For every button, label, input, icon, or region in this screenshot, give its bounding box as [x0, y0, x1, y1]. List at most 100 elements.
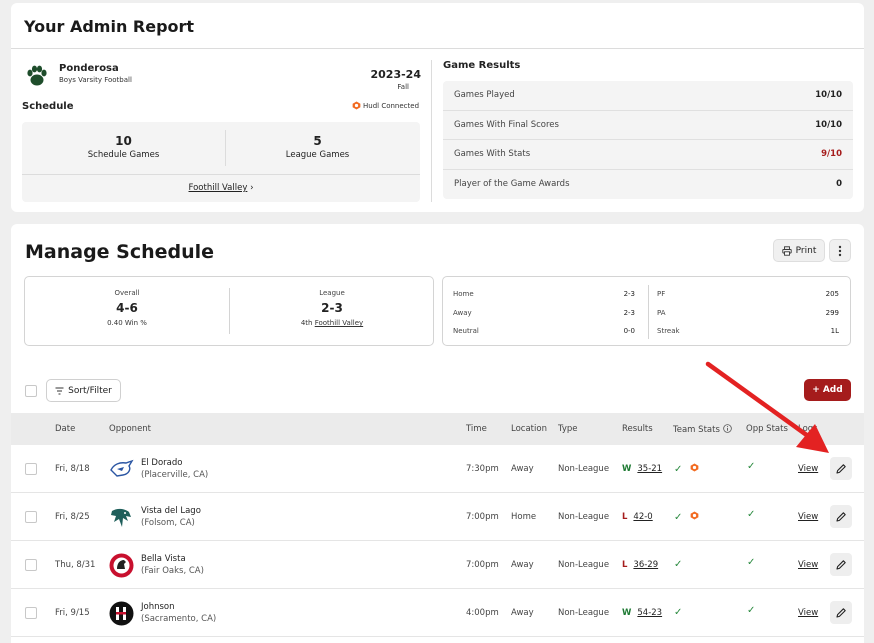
result-label: Games With Stats: [454, 149, 531, 160]
schedule-summary-box: 10 Schedule Games 5 League Games Foothil…: [22, 122, 420, 202]
select-all-checkbox[interactable]: [25, 385, 37, 397]
opponent-name[interactable]: Bella Vista: [141, 554, 186, 564]
league-link[interactable]: Foothill Valley ›: [22, 183, 420, 193]
result-score-link[interactable]: 42-0: [633, 512, 652, 522]
split-value: 299: [825, 308, 839, 317]
check-icon: ✓: [674, 512, 683, 523]
result-wl: L: [622, 560, 628, 570]
view-log-link[interactable]: View: [798, 608, 818, 618]
hudl-icon: [690, 511, 699, 520]
win-pct: 0.40 Win %: [25, 319, 229, 327]
add-game-button[interactable]: + Add: [804, 379, 851, 401]
opponent-name[interactable]: El Dorado: [141, 458, 182, 468]
result-label: Games With Final Scores: [454, 119, 559, 130]
check-icon: ✓: [747, 557, 756, 568]
divider: [431, 60, 432, 202]
col-time[interactable]: Time: [466, 424, 487, 434]
sort-filter-button[interactable]: Sort/Filter: [46, 379, 121, 402]
game-type: Non-League: [558, 608, 610, 618]
schedule-games-stat: 10 Schedule Games: [22, 134, 225, 160]
league-name-link[interactable]: Foothill Valley: [315, 319, 363, 327]
admin-report-card: Your Admin Report Ponderosa Boys Varsity…: [11, 3, 864, 212]
check-icon: ✓: [747, 509, 756, 520]
row-checkbox[interactable]: [25, 559, 37, 571]
split-value: 2-3: [623, 308, 635, 317]
pencil-icon: [836, 511, 846, 522]
schedule-games-label: Schedule Games: [87, 150, 160, 160]
check-icon: ✓: [747, 461, 756, 472]
edit-game-button[interactable]: [830, 505, 852, 528]
record-summary-box: Overall 4-6 0.40 Win % League 2-3 4th Fo…: [24, 276, 434, 346]
vertical-dots-icon: [838, 245, 842, 256]
col-location[interactable]: Location: [511, 424, 547, 434]
divider: [22, 174, 420, 175]
game-result: W 54-23: [622, 608, 662, 618]
overall-record-value: 4-6: [116, 301, 138, 315]
col-opp-stats[interactable]: Opp Stats: [746, 424, 788, 434]
hudl-connected-badge: Hudl Connected: [352, 101, 419, 110]
row-checkbox[interactable]: [25, 607, 37, 619]
print-button[interactable]: Print: [773, 239, 825, 262]
edit-game-button[interactable]: [830, 457, 852, 480]
league-rank: 4th Foothill Valley: [230, 319, 434, 327]
pencil-icon: [836, 607, 846, 618]
col-type[interactable]: Type: [558, 424, 578, 434]
points-splits: PF 205 PA 299 Streak 1L: [657, 285, 839, 341]
split-row-neutral: Neutral 0-0: [453, 322, 635, 341]
col-opponent[interactable]: Opponent: [109, 424, 151, 434]
opponent-name[interactable]: Johnson: [141, 602, 175, 612]
overall-label: Overall: [114, 289, 140, 297]
hudl-connected-label: Hudl Connected: [363, 101, 420, 110]
col-date[interactable]: Date: [55, 424, 75, 434]
opponent-name[interactable]: Vista del Lago: [141, 506, 201, 516]
el-dorado-logo-icon: [110, 459, 134, 477]
result-score-link[interactable]: 35-21: [637, 464, 662, 474]
info-icon[interactable]: [722, 424, 732, 433]
admin-report-title: Your Admin Report: [24, 17, 195, 36]
opponent-location: (Fair Oaks, CA): [141, 566, 204, 576]
opponent-location: (Sacramento, CA): [141, 614, 217, 624]
game-time: 7:00pm: [466, 560, 499, 570]
view-log-link[interactable]: View: [798, 464, 818, 474]
league-games-count: 5: [313, 134, 322, 148]
col-logs[interactable]: Logs: [798, 424, 818, 434]
result-score-link[interactable]: 36-29: [633, 560, 658, 570]
game-location: Away: [511, 560, 534, 570]
game-result: W 35-21: [622, 464, 662, 474]
league-record-value: 2-3: [321, 301, 343, 315]
view-log-link[interactable]: View: [798, 560, 818, 570]
add-button-label: Add: [822, 385, 843, 395]
split-row-away: Away 2-3: [453, 304, 635, 323]
row-checkbox[interactable]: [25, 463, 37, 475]
more-options-button[interactable]: [829, 239, 851, 262]
result-row-final-scores: Games With Final Scores 10/10: [443, 110, 853, 140]
split-value: 2-3: [623, 290, 635, 299]
split-label: Neutral: [453, 327, 479, 336]
col-results[interactable]: Results: [622, 424, 653, 434]
chevron-right-icon: ›: [250, 183, 254, 193]
team-stats-status: ✓: [674, 559, 682, 570]
season-term: Fall: [397, 83, 409, 91]
edit-game-button[interactable]: [830, 601, 852, 624]
team-name: Ponderosa: [59, 63, 119, 74]
league-link-label[interactable]: Foothill Valley: [189, 183, 248, 193]
result-score-link[interactable]: 54-23: [637, 608, 662, 618]
result-row-games-played: Games Played 10/10: [443, 81, 853, 111]
game-date: Thu, 8/31: [55, 560, 96, 570]
row-checkbox[interactable]: [25, 511, 37, 523]
league-label: League: [319, 289, 345, 297]
bella-vista-bronco-logo-icon: [109, 553, 134, 578]
game-time: 4:00pm: [466, 608, 499, 618]
game-location: Home: [511, 512, 537, 522]
edit-game-button[interactable]: [830, 553, 852, 576]
league-games-label: League Games: [285, 150, 350, 160]
col-team-stats[interactable]: Team Stats: [673, 424, 732, 435]
win-pct-label: Win %: [124, 319, 147, 327]
team-level: Boys Varsity Football: [59, 76, 132, 84]
view-log-link[interactable]: View: [798, 512, 818, 522]
manage-schedule-card: Manage Schedule Print Overall 4-6 0.40 W…: [11, 224, 864, 643]
result-wl: W: [622, 464, 632, 474]
win-pct-value: 0.40: [107, 319, 123, 327]
table-row: Fri, 9/15 Johnson (Sacramento, CA) 4:00p…: [11, 589, 864, 637]
pencil-icon: [836, 463, 846, 474]
